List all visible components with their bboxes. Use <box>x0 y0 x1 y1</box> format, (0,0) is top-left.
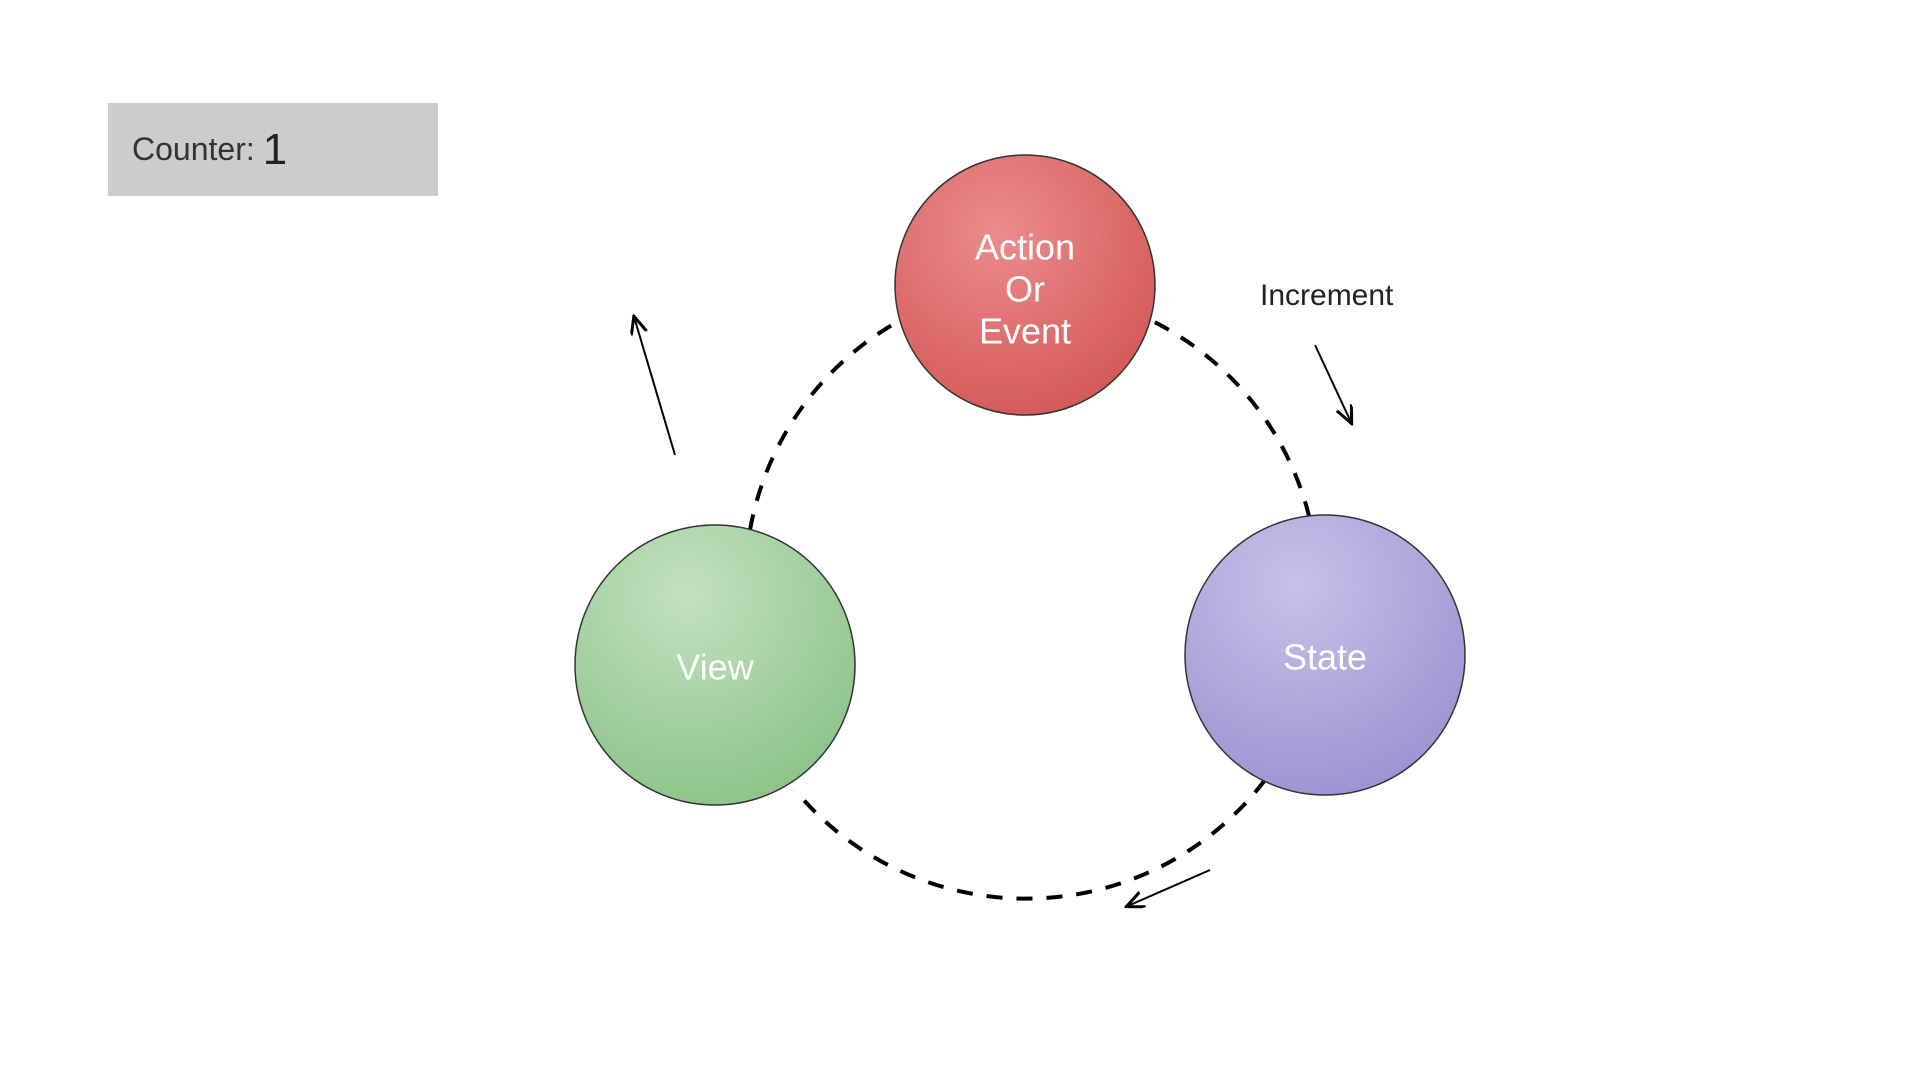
diagram-container: Action Or Event State View Increment <box>480 110 1580 1010</box>
node-action-label-line3: Event <box>979 311 1071 352</box>
node-view-label: View <box>676 647 754 688</box>
flow-diagram: Action Or Event State View Increment <box>480 110 1580 1010</box>
counter-label: Counter: <box>132 131 255 168</box>
arrow-action-to-state <box>1315 345 1350 420</box>
node-action-label-line1: Action <box>975 227 1075 268</box>
counter-box: Counter: 1 <box>108 103 438 196</box>
arrow-view-to-action <box>635 320 675 455</box>
edge-label-increment: Increment <box>1260 279 1394 312</box>
node-state-label: State <box>1283 637 1367 678</box>
arc-state-to-view <box>795 780 1265 899</box>
counter-value: 1 <box>263 125 287 175</box>
node-action-label-line2: Or <box>1005 269 1045 310</box>
